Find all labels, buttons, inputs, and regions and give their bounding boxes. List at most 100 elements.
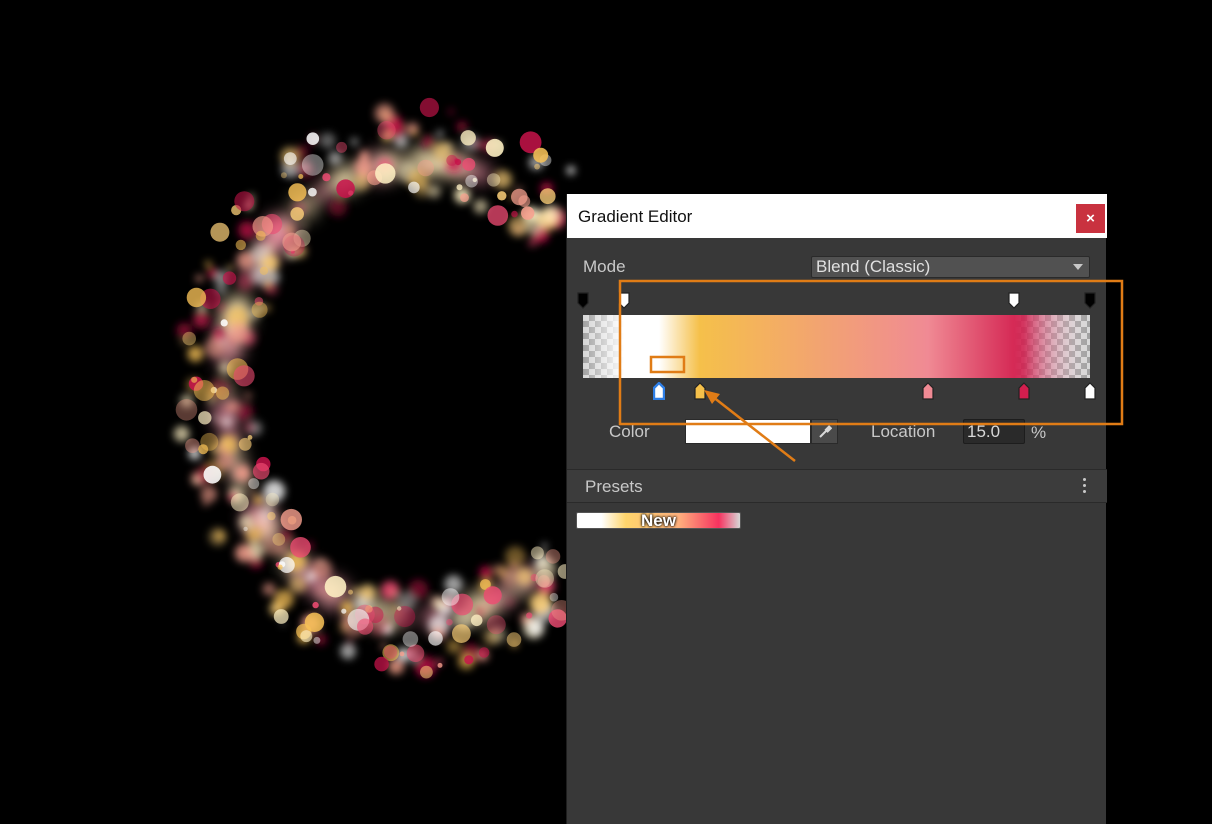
chevron-down-icon [1073,264,1083,270]
particle [243,391,253,401]
particle [236,403,254,421]
particle [220,319,228,327]
particle [229,323,249,343]
color-key-marker[interactable] [1018,382,1030,400]
title-bar: Gradient Editor × [567,194,1107,238]
particle [397,606,402,611]
particle [417,159,435,177]
particle [486,615,506,635]
particle [210,222,230,242]
eyedropper-icon [819,425,832,438]
particle [238,437,252,451]
particle [534,209,540,214]
particle [526,612,533,619]
particle [464,655,474,665]
particle [236,273,254,291]
particle [192,311,210,329]
particle [542,543,547,549]
particle [336,179,355,198]
particle [302,223,308,229]
gradient-preview-bar[interactable] [583,315,1090,378]
particle [259,266,269,275]
presets-header: Presets [567,470,1107,502]
particle [408,181,420,194]
particle [485,138,504,157]
particle [380,580,400,600]
particle [535,569,554,588]
particle [298,174,304,179]
color-field[interactable] [685,419,811,444]
particle [289,576,307,593]
alpha-key-marker[interactable] [577,292,589,310]
particle [340,643,356,660]
particle [374,656,389,672]
particle [251,301,268,318]
particle [486,173,501,187]
window-title: Gradient Editor [578,207,693,226]
eyedropper-button[interactable] [811,419,838,444]
preset-swatch[interactable]: New [576,511,741,530]
particle [173,425,190,442]
particle [456,121,468,132]
particle [462,157,476,171]
particle [301,154,324,176]
close-button[interactable]: × [1076,204,1105,233]
particle [374,103,395,124]
particle [216,386,230,400]
color-key-marker[interactable] [1084,382,1096,400]
mode-value: Blend (Classic) [816,257,931,276]
color-key-marker[interactable] [694,382,706,400]
particle [406,644,425,663]
alpha-key-marker[interactable] [1008,292,1020,310]
particle [252,462,270,480]
particle [203,465,222,484]
particle [267,511,276,521]
particle [216,451,235,471]
particle [359,584,376,602]
particle [399,651,405,657]
particle [549,592,559,602]
particle [310,558,332,580]
particle [336,141,348,153]
particle [280,172,287,179]
kebab-menu-icon[interactable] [1081,478,1087,494]
particle [348,589,353,595]
particle [225,403,234,413]
particle [470,614,483,627]
alpha-key-marker[interactable] [1084,292,1096,310]
particle [226,265,233,272]
particle [408,579,429,600]
particle [243,526,248,532]
particle [528,238,537,247]
particle [460,130,476,146]
particle [446,618,453,626]
particle [328,151,343,166]
particle [195,274,203,283]
particle [465,174,478,188]
particle [236,251,255,270]
mode-dropdown[interactable]: Blend (Classic) [811,256,1090,278]
particle [272,533,286,546]
particle [428,631,443,646]
location-input[interactable]: 15.0 [963,419,1025,444]
particle [566,166,576,175]
color-key-marker[interactable] [922,382,934,400]
color-key-marker[interactable] [653,382,666,400]
particle [541,204,560,224]
gradient-editor-window: Gradient Editor × Mode Blend (Classic) C… [566,194,1107,824]
particle [341,608,347,614]
particle [473,199,488,214]
particle [187,345,204,362]
particle [479,566,493,580]
alpha-key-marker[interactable] [617,292,630,310]
particle [481,605,489,613]
particle [521,206,535,220]
presets-label: Presets [585,477,643,496]
particle [200,432,219,451]
particle [319,132,336,149]
particle [329,198,347,217]
particle [277,564,283,570]
particle [264,279,272,287]
particle [265,492,280,507]
particle [212,328,226,342]
